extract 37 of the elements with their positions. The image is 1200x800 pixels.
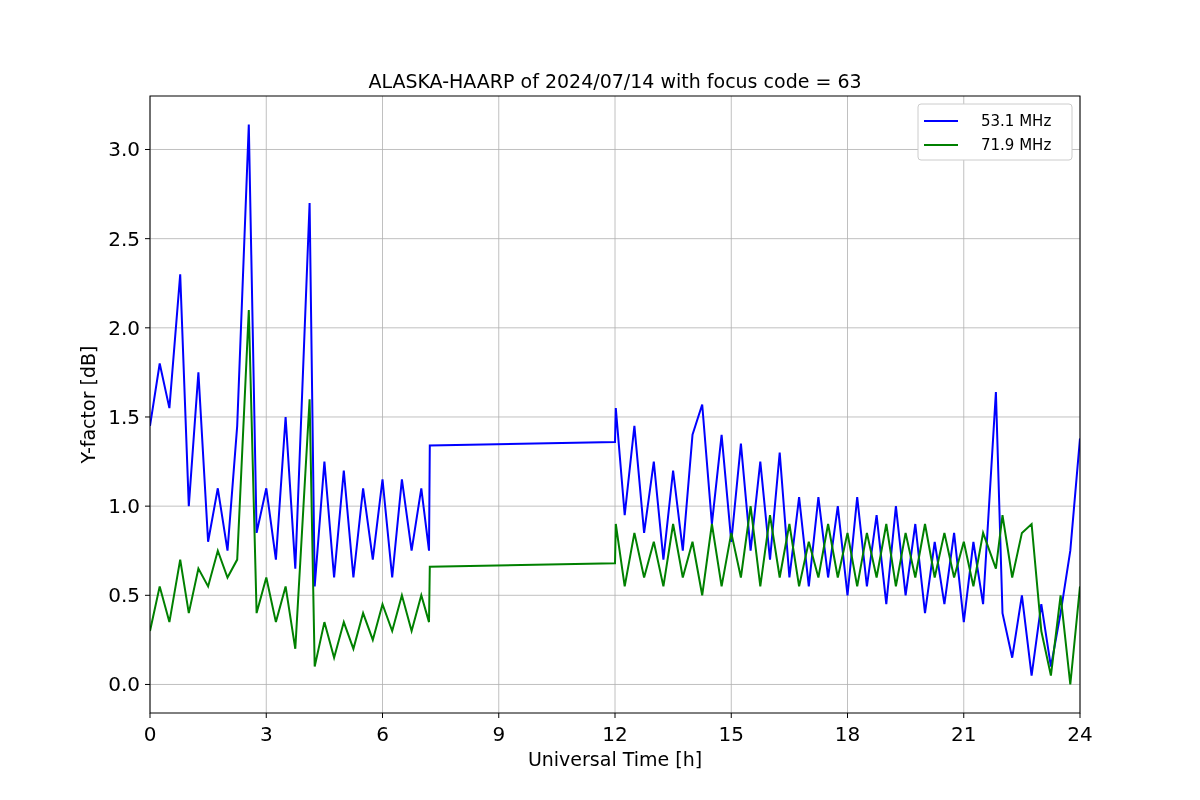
tick-label: 3.0 [108,137,140,162]
tick-mark [144,238,151,240]
tick-label: 15 [718,722,744,746]
tick-label: 2.5 [108,226,140,251]
tick-mark [144,149,151,150]
tick-label: 2.0 [108,315,140,340]
tick-mark [144,416,151,418]
tick-mark [144,683,151,685]
tick-label: 1.5 [108,405,140,429]
tick-mark [382,712,383,719]
x-axis-label: Universal Time [h] [527,748,703,770]
legend-label: 71.9 MHz [981,136,1052,154]
tick-label: 6 [376,722,389,746]
y-axis-label: Y-factor [dB] [77,345,99,464]
tick-mark [1079,712,1081,719]
tick-label: 0 [143,722,157,746]
legend-label: 53.1 MHz [981,112,1052,130]
tick-label: 18 [834,722,861,746]
tick-label: 0.0 [108,672,140,697]
tick-mark [144,594,151,596]
tick-label: 0.5 [108,583,140,608]
tick-mark [144,327,151,329]
tick-mark [498,712,500,719]
tick-label: 21 [951,722,977,746]
tick-mark [614,712,616,719]
tick-label: 3 [259,722,273,746]
tick-label: 24 [1067,722,1093,746]
tick-mark [265,712,267,719]
tick-label: 1.0 [108,494,140,519]
tick-mark [730,712,732,719]
tick-mark [847,712,848,719]
tick-label: 12 [602,722,628,746]
tick-label: 9 [492,722,506,746]
tick-mark [149,712,151,719]
tick-mark [144,505,151,507]
chart-title: ALASKA-HAARP of 2024/07/14 with focus code = 63 [368,70,862,92]
tick-mark [963,712,965,719]
